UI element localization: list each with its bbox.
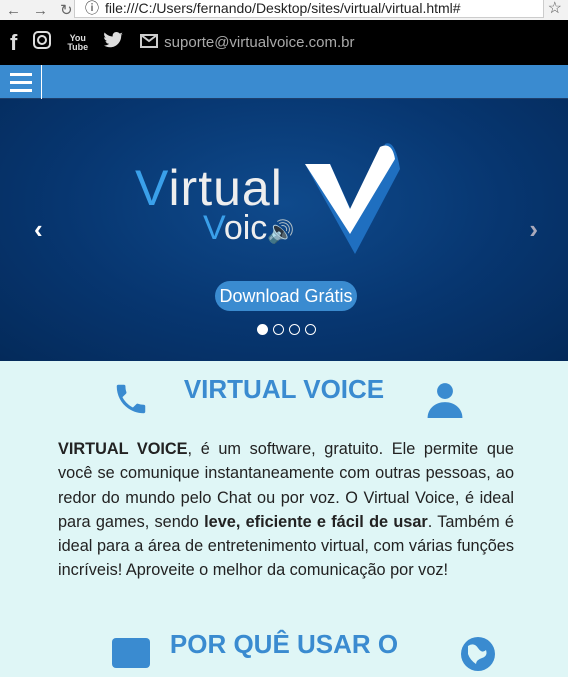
email-link[interactable]: suporte@virtualvoice.com.br — [140, 33, 355, 52]
reload-icon[interactable]: ↻ — [60, 1, 73, 19]
hamburger-menu-icon[interactable] — [0, 65, 42, 99]
section-title: VIRTUAL VOICE — [183, 374, 385, 404]
instagram-icon[interactable] — [33, 31, 52, 54]
carousel-dot[interactable] — [289, 324, 300, 335]
facebook-icon[interactable]: f — [10, 30, 17, 56]
carousel-dot[interactable] — [257, 324, 268, 335]
virtual-voice-logo: Virtual Voic🔊 — [135, 139, 405, 259]
carousel-indicators — [257, 324, 316, 335]
bold-text: VIRTUAL VOICE — [58, 440, 188, 458]
twitter-icon[interactable] — [104, 32, 124, 53]
user-icon — [426, 380, 464, 423]
check-v-icon — [305, 143, 400, 254]
globe-icon — [460, 636, 496, 677]
bold-text: leve, eficiente e fácil de usar — [204, 512, 428, 531]
description-paragraph: VIRTUAL VOICE, é um software, gratuito. … — [58, 437, 514, 583]
social-bar: f You Tube suporte@virtualvoice.com.br — [0, 20, 568, 65]
url-text: file:///C:/Users/fernando/Desktop/sites/… — [105, 0, 461, 16]
carousel-prev-icon[interactable]: ‹ — [34, 214, 43, 245]
info-icon: ⓘ — [85, 0, 99, 16]
browser-toolbar: ← → ↻ ⓘ file:///C:/Users/fernando/Desktop… — [0, 0, 568, 20]
download-button[interactable]: Download Grátis — [215, 281, 357, 311]
forward-icon[interactable]: → — [33, 2, 48, 19]
carousel-dot[interactable] — [273, 324, 284, 335]
logo-line2: Voic🔊 — [203, 209, 295, 247]
carousel-next-icon[interactable]: › — [529, 214, 538, 245]
navbar — [0, 65, 568, 99]
back-icon[interactable]: ← — [6, 2, 21, 19]
email-text: suporte@virtualvoice.com.br — [164, 34, 355, 51]
envelope-icon — [140, 33, 159, 52]
address-bar[interactable]: ⓘ file:///C:/Users/fernando/Desktop/sites… — [74, 0, 544, 18]
carousel-dot[interactable] — [305, 324, 316, 335]
bookmark-star-icon[interactable]: ☆ — [548, 0, 562, 18]
youtube-icon[interactable]: You Tube — [67, 33, 88, 52]
speaker-icon: 🔊 — [267, 219, 295, 244]
hero-carousel: ‹ › Virtual Voic🔊 Download Grátis — [0, 99, 568, 361]
